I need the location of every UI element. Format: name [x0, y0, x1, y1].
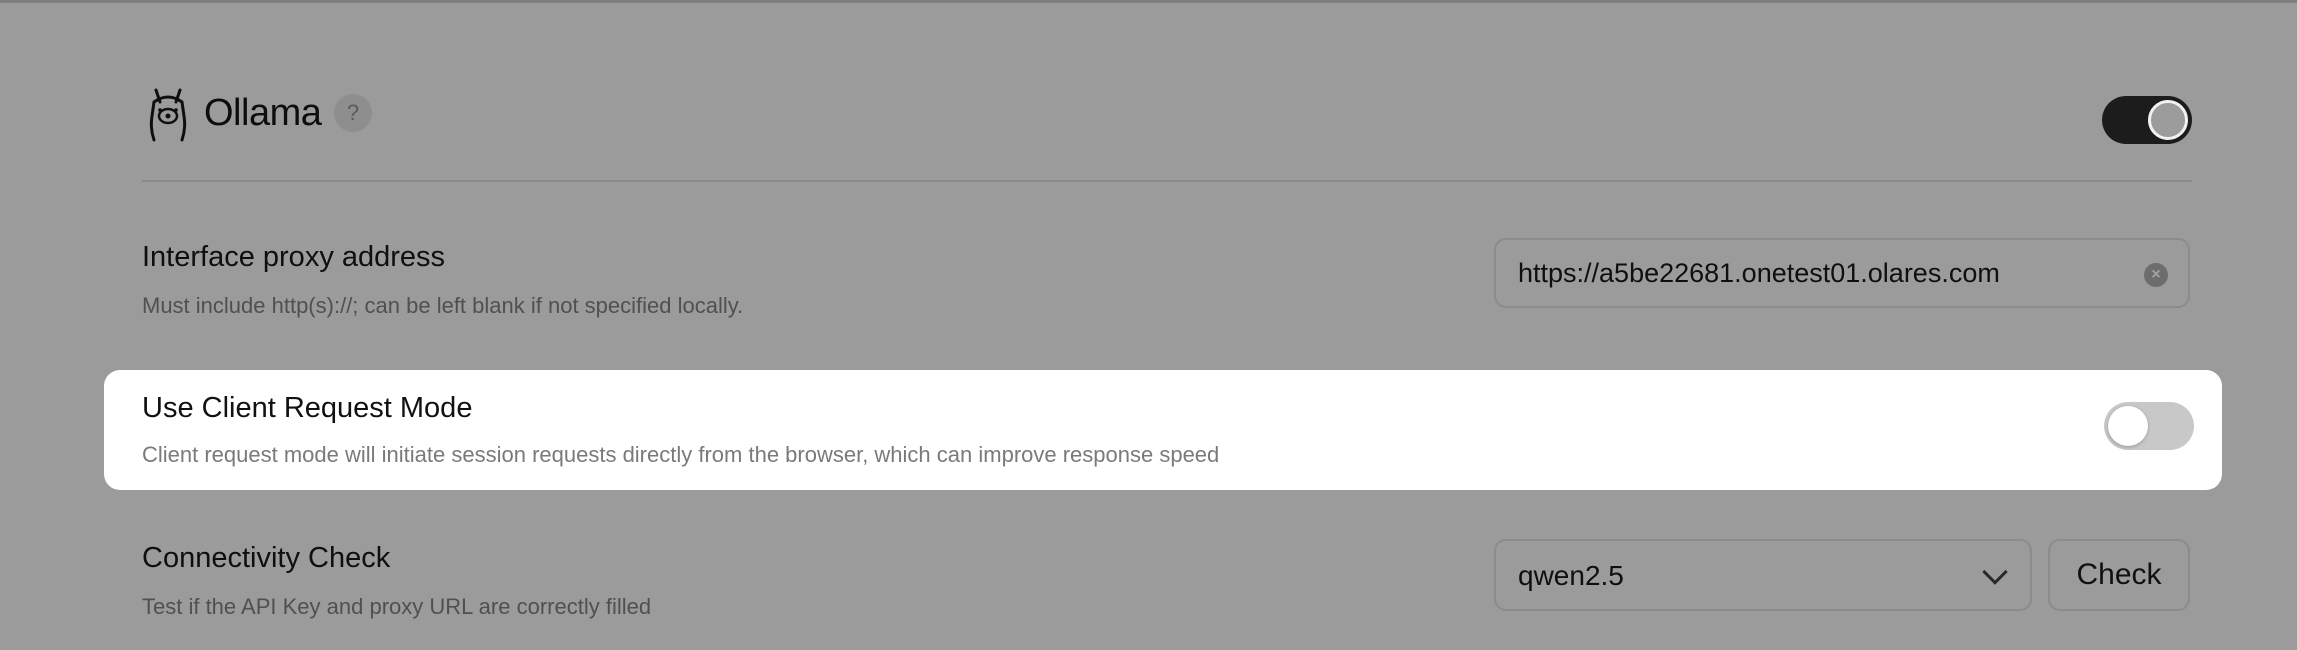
proxy-address-input[interactable]: https://a5be22681.onetest01.olares.com × [1494, 238, 2190, 308]
provider-name: Ollama [204, 92, 322, 134]
provider-header: Ollama ? [142, 82, 2192, 154]
connectivity-check-title: Connectivity Check [142, 542, 391, 574]
client-request-mode-toggle[interactable] [2104, 402, 2194, 450]
selected-model: qwen2.5 [1518, 560, 1624, 591]
connectivity-check-description: Test if the API Key and proxy URL are co… [142, 594, 652, 619]
model-select[interactable]: qwen2.5 [1494, 539, 2032, 611]
client-request-mode-title: Use Client Request Mode [142, 392, 473, 424]
header-divider [142, 180, 2192, 182]
chevron-down-icon [1982, 559, 2008, 585]
client-request-mode-description: Client request mode will initiate sessio… [142, 442, 1220, 467]
top-border [0, 0, 2297, 3]
help-icon[interactable]: ? [334, 94, 372, 132]
proxy-address-title: Interface proxy address [142, 241, 446, 273]
provider-enable-toggle[interactable] [2102, 96, 2192, 144]
toggle-knob [2148, 100, 2188, 140]
proxy-address-description: Must include http(s)://; can be left bla… [142, 293, 744, 318]
client-request-mode-card: Use Client Request Mode Client request m… [104, 370, 2222, 490]
proxy-address-value[interactable]: https://a5be22681.onetest01.olares.com [1518, 258, 2000, 289]
toggle-knob [2108, 406, 2148, 446]
llama-logo-icon [149, 88, 187, 142]
check-button[interactable]: Check [2048, 539, 2190, 611]
clear-icon[interactable]: × [2144, 263, 2168, 287]
